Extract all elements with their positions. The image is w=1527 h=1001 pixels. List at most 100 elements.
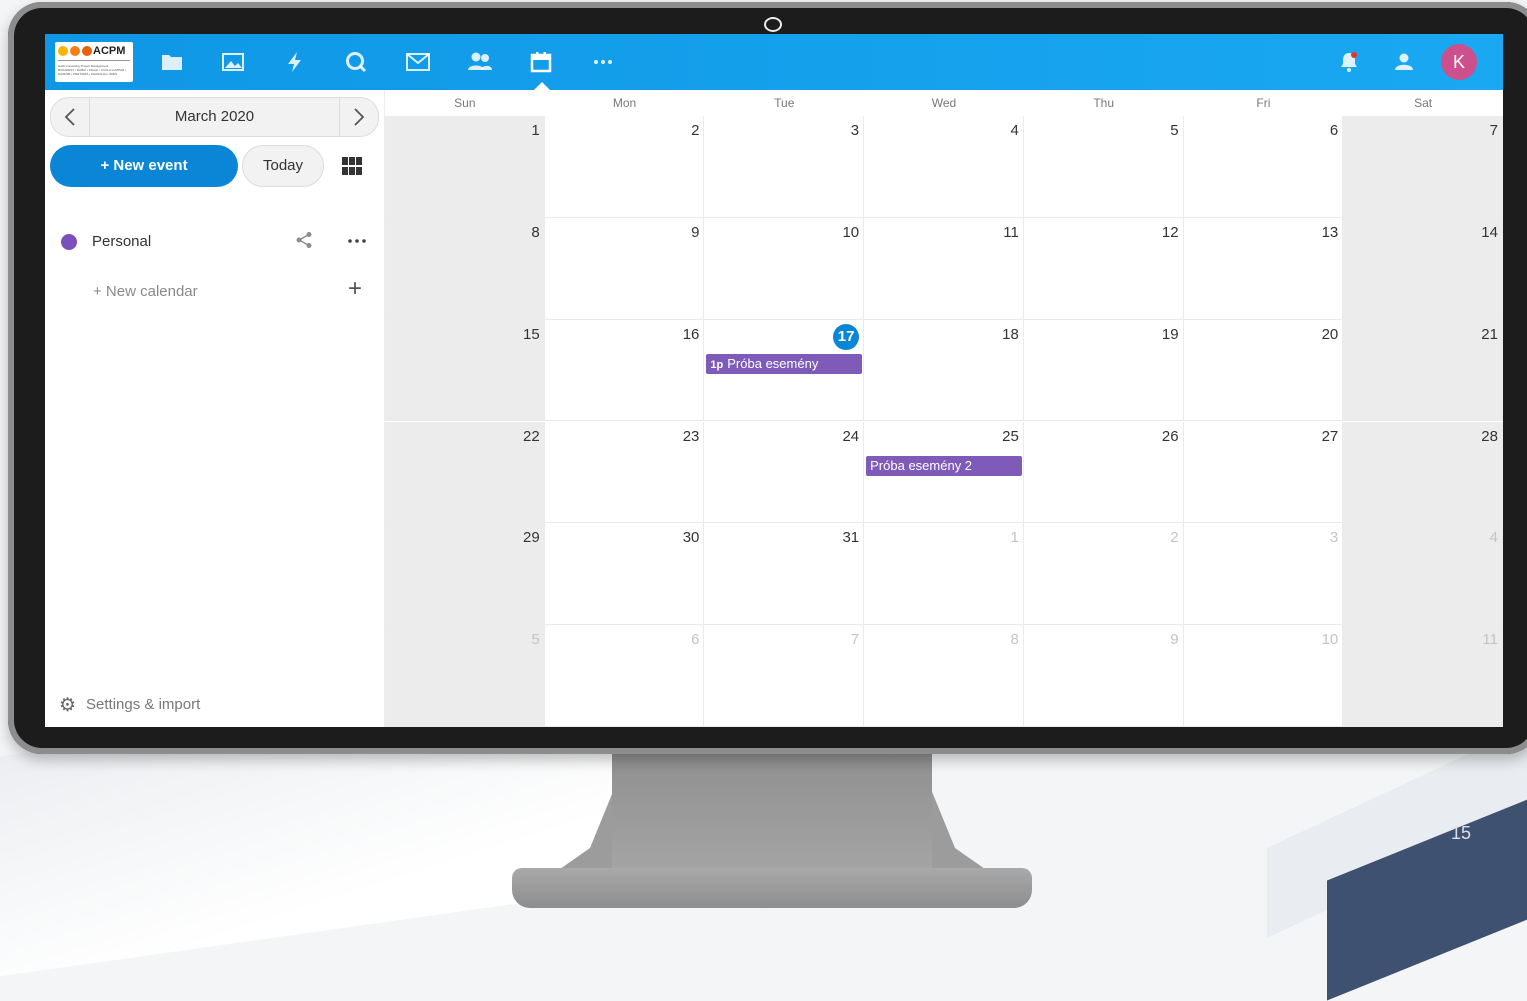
today-button[interactable]: Today — [242, 145, 324, 187]
day-cell[interactable]: 18 — [864, 319, 1024, 422]
calendar-actions-menu-icon[interactable] — [348, 227, 366, 248]
date-number[interactable]: 23 — [683, 428, 700, 445]
date-number[interactable]: 16 — [683, 326, 700, 343]
date-number[interactable]: 26 — [1162, 428, 1179, 445]
date-number[interactable]: 11 — [1482, 631, 1498, 648]
date-number[interactable]: 4 — [1490, 529, 1498, 546]
date-number[interactable]: 15 — [523, 326, 540, 343]
day-cell[interactable]: 4 — [864, 116, 1024, 218]
day-cell[interactable]: 3 — [1183, 523, 1344, 626]
contacts-menu-icon[interactable] — [1390, 48, 1418, 76]
day-cell[interactable]: 20 — [1183, 319, 1344, 422]
date-number[interactable]: 5 — [1170, 122, 1178, 139]
day-cell[interactable]: 23 — [544, 421, 705, 524]
day-cell[interactable]: 1 — [864, 523, 1024, 626]
share-icon[interactable] — [295, 231, 313, 254]
date-number[interactable]: 3 — [851, 122, 859, 139]
talk-icon[interactable] — [342, 48, 370, 76]
day-cell[interactable]: 9 — [544, 217, 705, 320]
day-cell[interactable]: 26 — [1023, 421, 1184, 524]
view-switcher-icon[interactable] — [342, 157, 362, 175]
day-cell[interactable]: 11 — [1343, 625, 1503, 727]
day-cell[interactable]: 10 — [1183, 625, 1344, 727]
calendar-event[interactable]: 1p Próba esemény — [706, 353, 863, 374]
settings-link[interactable]: ⚙ Settings & import — [59, 694, 200, 717]
mail-icon[interactable] — [404, 48, 432, 76]
day-cell[interactable]: 11 — [864, 217, 1024, 320]
day-cell[interactable]: 24 — [704, 421, 865, 524]
date-number[interactable]: 9 — [1170, 631, 1178, 648]
day-cell[interactable]: 7 — [704, 625, 865, 727]
date-number[interactable]: 19 — [1162, 326, 1179, 343]
date-number[interactable]: 2 — [1170, 529, 1178, 546]
activity-icon[interactable] — [281, 48, 309, 76]
more-apps-icon[interactable] — [589, 48, 617, 76]
date-number[interactable]: 20 — [1322, 326, 1339, 343]
day-cell[interactable]: 15 — [385, 319, 545, 422]
day-cell[interactable]: 22 — [385, 421, 545, 524]
user-avatar[interactable]: K — [1441, 44, 1477, 80]
company-logo[interactable]: ACPM Audit Consulting Project Management… — [55, 42, 133, 82]
image-icon[interactable] — [219, 48, 247, 76]
date-number[interactable]: 7 — [1490, 122, 1498, 139]
date-number[interactable]: 3 — [1330, 529, 1338, 546]
day-cell[interactable]: 27 — [1183, 421, 1344, 524]
day-cell[interactable]: 29 — [385, 523, 545, 626]
date-number[interactable]: 30 — [683, 529, 700, 546]
notifications-icon[interactable] — [1335, 48, 1363, 76]
day-cell[interactable]: 21 — [1343, 319, 1503, 422]
date-number[interactable]: 25 — [1002, 428, 1019, 445]
day-cell[interactable]: 8 — [385, 217, 545, 320]
date-number[interactable]: 10 — [1322, 631, 1339, 648]
day-cell[interactable]: 14 — [1343, 217, 1503, 320]
date-number[interactable]: 2 — [691, 122, 699, 139]
day-cell[interactable]: 16 — [544, 319, 705, 422]
day-cell[interactable]: 8 — [864, 625, 1024, 727]
date-number[interactable]: 24 — [842, 428, 859, 445]
date-number[interactable]: 18 — [1002, 326, 1019, 343]
date-number[interactable]: 4 — [1011, 122, 1019, 139]
day-cell[interactable]: 3 — [704, 116, 865, 218]
day-cell[interactable]: 19 — [1023, 319, 1184, 422]
calendar-icon[interactable] — [527, 48, 555, 76]
day-cell[interactable]: 31 — [704, 523, 865, 626]
date-number[interactable]: 29 — [523, 529, 540, 546]
date-number[interactable]: 7 — [851, 631, 859, 648]
date-number[interactable]: 6 — [691, 631, 699, 648]
day-cell[interactable]: 13 — [1183, 217, 1344, 320]
date-number[interactable]: 8 — [1011, 631, 1019, 648]
day-cell[interactable]: 4 — [1343, 523, 1503, 626]
date-number[interactable]: 10 — [842, 224, 859, 241]
folder-icon[interactable] — [158, 48, 186, 76]
month-picker[interactable]: March 2020 — [89, 98, 340, 136]
date-number[interactable]: 8 — [531, 224, 539, 241]
new-calendar-link[interactable]: + New calendar — [93, 283, 198, 300]
day-cell[interactable]: 12 — [1023, 217, 1184, 320]
date-number[interactable]: 12 — [1162, 224, 1179, 241]
day-cell[interactable]: 5 — [1023, 116, 1184, 218]
date-number[interactable]: 28 — [1481, 428, 1498, 445]
date-number[interactable]: 11 — [1003, 224, 1019, 241]
day-cell[interactable]: 28 — [1343, 421, 1503, 524]
day-cell[interactable]: 2 — [1023, 523, 1184, 626]
date-number[interactable]: 9 — [691, 224, 699, 241]
day-cell[interactable]: 7 — [1343, 116, 1503, 218]
calendar-color-dot[interactable] — [61, 234, 77, 250]
date-number[interactable]: 31 — [842, 529, 859, 546]
date-number[interactable]: 1 — [1011, 529, 1019, 546]
date-number[interactable]: 27 — [1322, 428, 1339, 445]
day-cell[interactable]: 1 — [385, 116, 545, 218]
day-cell[interactable]: 5 — [385, 625, 545, 727]
date-number[interactable]: 1 — [531, 122, 539, 139]
date-number[interactable]: 13 — [1322, 224, 1339, 241]
contacts-icon[interactable] — [466, 48, 494, 76]
date-number[interactable]: 5 — [531, 631, 539, 648]
day-cell[interactable]: 10 — [704, 217, 865, 320]
date-number[interactable]: 14 — [1481, 224, 1498, 241]
date-number[interactable]: 6 — [1330, 122, 1338, 139]
calendar-list-item-personal[interactable]: Personal — [45, 225, 384, 259]
day-cell[interactable]: 2 — [544, 116, 705, 218]
plus-icon[interactable]: + — [348, 275, 362, 303]
day-cell[interactable]: 30 — [544, 523, 705, 626]
calendar-event[interactable]: Próba esemény 2 — [866, 455, 1022, 476]
